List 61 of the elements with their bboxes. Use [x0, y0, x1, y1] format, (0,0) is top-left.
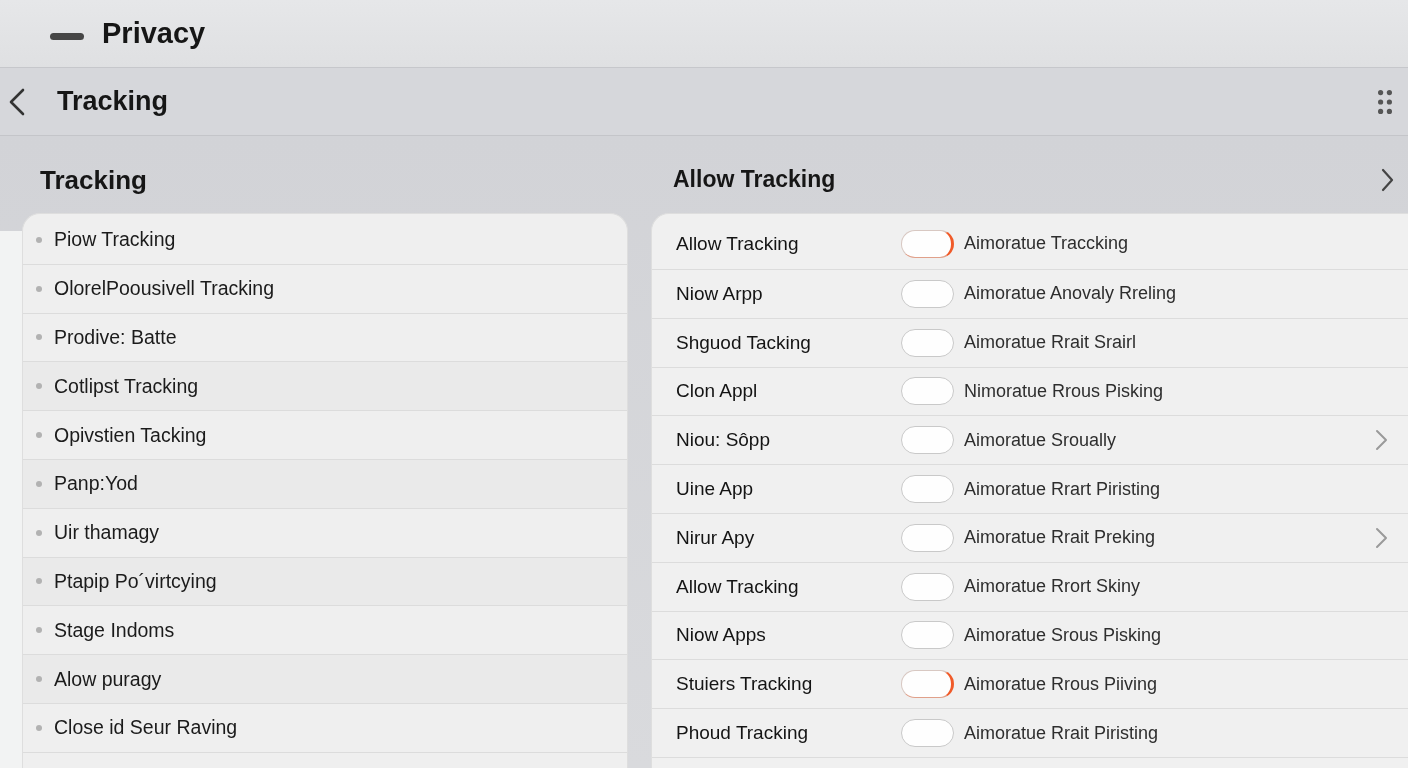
setting-label: Niou: Sôpp	[676, 429, 770, 452]
bullet-icon	[36, 334, 42, 341]
back-icon[interactable]	[8, 87, 25, 116]
dash-icon[interactable]	[50, 33, 84, 40]
bullet-icon	[36, 480, 42, 487]
setting-description: Aimoratue Rrous Piiving	[964, 673, 1158, 695]
setting-label: Allow Tracking	[676, 575, 799, 598]
chevron-right-icon[interactable]	[1381, 167, 1394, 192]
list-item[interactable]: Close id Seur Raving	[23, 703, 627, 753]
setting-description: Nimoratue Rrous Pisking	[964, 381, 1164, 402]
setting-label: Clon Appl	[676, 380, 758, 403]
setting-label: Phoud Tracking	[676, 722, 809, 745]
bullet-icon	[36, 676, 42, 683]
toggle-switch[interactable]	[901, 572, 954, 601]
setting-description: Aimoratue Rrait Piristing	[964, 722, 1159, 744]
list-item[interactable]: Opivstien Tacking	[23, 411, 627, 460]
toggle-switch[interactable]	[901, 328, 954, 357]
setting-description: Aimoratue Rrait Srairl	[964, 332, 1137, 354]
setting-description: Aimoratue Rrort Skiny	[964, 576, 1141, 598]
bullet-icon	[36, 627, 42, 634]
setting-description: Aimoratue Srous Pisking	[964, 624, 1162, 646]
bullet-icon	[36, 578, 42, 585]
toggle-switch[interactable]	[901, 426, 954, 455]
toggle-switch[interactable]	[901, 475, 954, 504]
setting-label: Stuiers Tracking	[676, 673, 813, 696]
setting-label: Uine App	[676, 478, 754, 501]
toggle-switch[interactable]	[901, 523, 954, 552]
list-item[interactable]: Piow Tracking	[23, 216, 627, 265]
list-item[interactable]: Panp:Yod	[23, 460, 627, 509]
more-options-icon[interactable]	[1378, 89, 1392, 114]
toggle-switch[interactable]	[901, 670, 954, 699]
bullet-icon	[36, 432, 42, 439]
setting-label: Nirur Apy	[676, 526, 755, 549]
bullet-icon	[36, 529, 42, 536]
toggle-switch[interactable]	[901, 719, 954, 748]
toggle-switch[interactable]	[901, 279, 954, 308]
setting-label: Allow Tracking	[676, 232, 799, 255]
setting-description: Aimoratue Sroually	[964, 429, 1117, 451]
setting-label: Niow Arpp	[676, 282, 763, 305]
list-item[interactable]: Cotlipst Tracking	[23, 362, 627, 412]
setting-description: Aimoratue Traccking	[964, 233, 1129, 254]
setting-label: Niow Apps	[676, 624, 766, 647]
setting-label: Shguod Tacking	[676, 331, 811, 354]
section-heading: Tracking	[40, 165, 147, 196]
bullet-icon	[36, 383, 42, 390]
bullet-icon	[36, 236, 42, 243]
toggle-switch[interactable]	[901, 377, 954, 406]
list-item[interactable]: Alow puragy	[23, 655, 627, 704]
page-title: Privacy	[102, 17, 206, 50]
bullet-icon	[36, 724, 42, 731]
bullet-icon	[36, 285, 42, 292]
navigation-title: Tracking	[57, 86, 169, 117]
toggle-switch[interactable]	[901, 621, 954, 650]
setting-description: Aimoratue Anovaly Rreling	[964, 283, 1177, 305]
setting-description: Aimoratue Rrait Preking	[964, 527, 1156, 549]
section-heading: Allow Tracking	[673, 166, 836, 193]
toggle-switch[interactable]	[901, 229, 954, 258]
setting-description: Aimoratue Rrart Piristing	[964, 478, 1161, 500]
list-item[interactable]: Ptapip Po´virtcying	[23, 557, 627, 607]
list-item[interactable]: OlorelPoousivell Tracking	[23, 264, 627, 314]
list-item[interactable]: Uir thamagy	[23, 508, 627, 558]
